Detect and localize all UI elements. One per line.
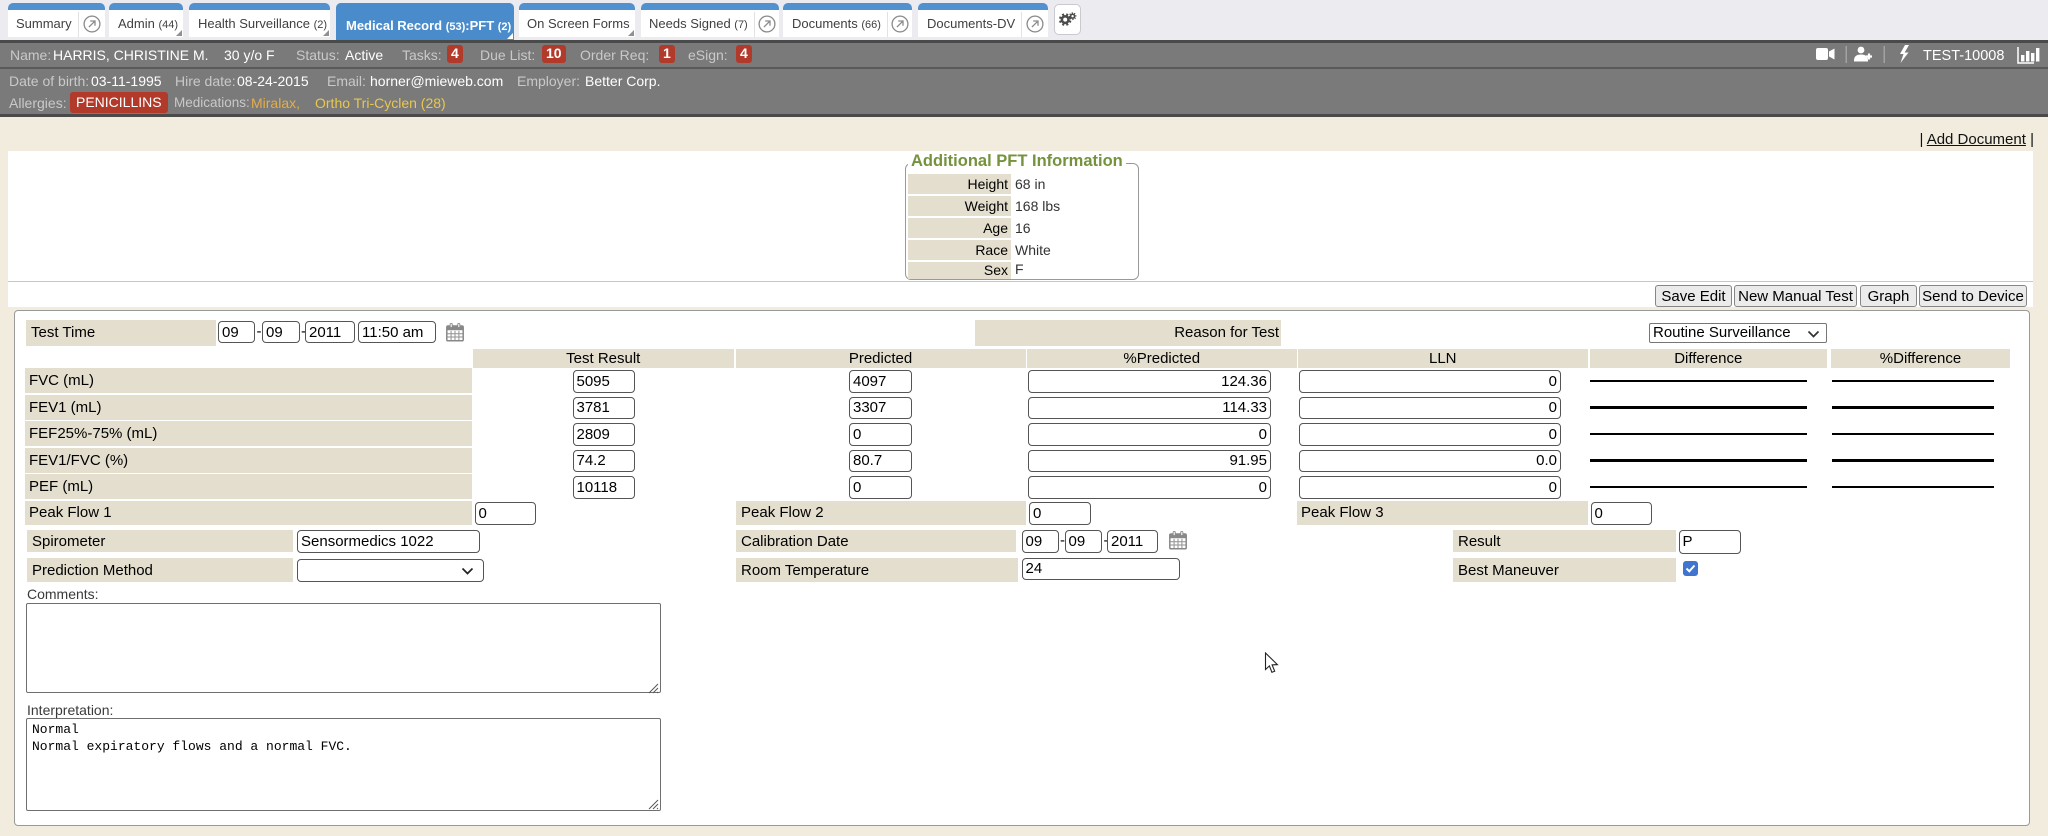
- svg-text:TEST-10008: TEST-10008: [1923, 48, 2004, 64]
